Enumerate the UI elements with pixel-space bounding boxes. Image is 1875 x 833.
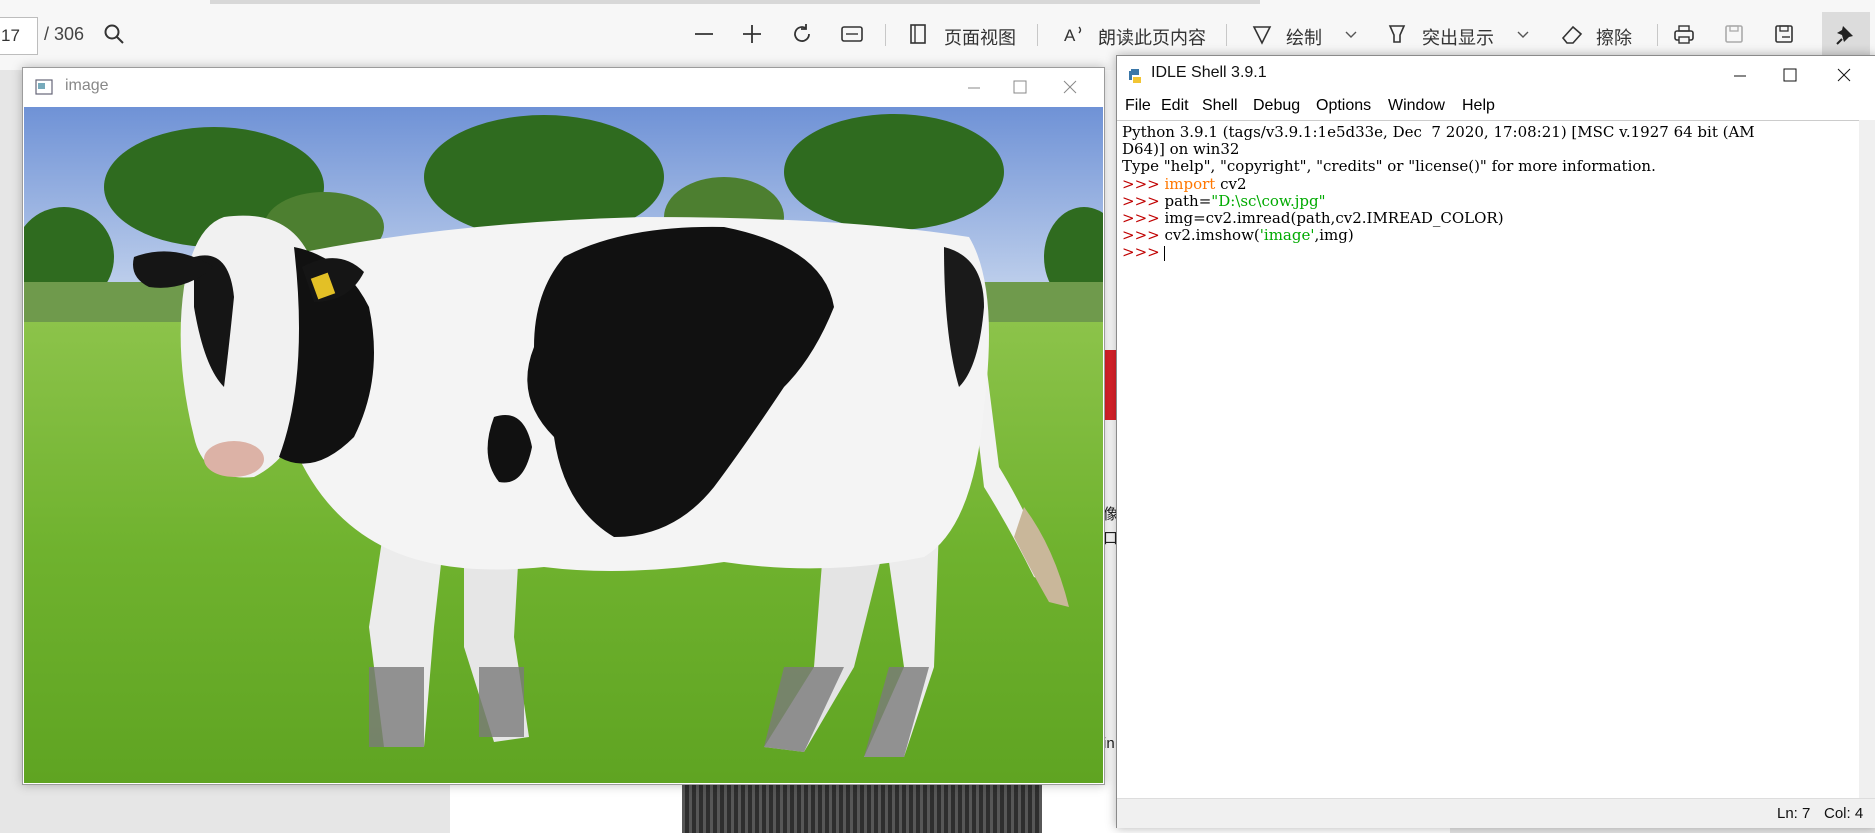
code-line: >>> img=cv2.imread(path,cv2.IMREAD_COLOR… — [1122, 209, 1859, 228]
code-token: cv2 — [1215, 174, 1247, 193]
read-aloud-button[interactable]: 朗读此页内容 — [1098, 24, 1206, 50]
text-cursor — [1164, 245, 1166, 261]
menu-options[interactable]: Options — [1316, 97, 1371, 115]
image-window[interactable]: image — [22, 67, 1105, 785]
read-aloud-icon[interactable]: A — [1060, 20, 1088, 48]
string-token: 'image' — [1259, 226, 1315, 245]
cow-photo — [24, 107, 1103, 783]
banner-line: Type "help", "copyright", "credits" or "… — [1122, 157, 1656, 176]
document-figure — [682, 784, 1042, 833]
code-line: >>> path="D:\sc\cow.jpg" — [1122, 191, 1859, 210]
status-line: Ln: 7 — [1777, 805, 1811, 822]
toolbar-separator — [885, 24, 886, 46]
code-token: path= — [1164, 191, 1212, 210]
menu-shell[interactable]: Shell — [1202, 97, 1238, 115]
menu-debug[interactable]: Debug — [1253, 97, 1300, 115]
menu-window[interactable]: Window — [1388, 97, 1445, 115]
app-icon — [35, 79, 53, 95]
zoom-in-icon[interactable] — [738, 20, 766, 48]
pin-toolbar-button[interactable] — [1822, 12, 1870, 58]
erase-button[interactable]: 擦除 — [1596, 24, 1632, 50]
rotate-icon[interactable] — [788, 20, 816, 48]
close-icon[interactable] — [1047, 72, 1093, 102]
shell-prompt: >>> — [1122, 226, 1165, 245]
menu-edit[interactable]: Edit — [1161, 97, 1189, 115]
minimize-icon[interactable] — [1717, 60, 1763, 90]
idle-menubar: File Edit Shell Debug Options Window Hel… — [1117, 94, 1875, 120]
print-icon[interactable] — [1670, 20, 1698, 48]
page-total: / 306 — [44, 24, 85, 44]
window-title: IDLE Shell 3.9.1 — [1151, 64, 1267, 81]
keyword-token: import — [1164, 174, 1216, 193]
draw-dropdown-chevron-icon[interactable] — [1340, 20, 1362, 48]
close-icon[interactable] — [1821, 60, 1867, 90]
code-line: >>> cv2.imshow('image',img) — [1122, 227, 1859, 244]
svg-text:A: A — [1064, 26, 1076, 45]
highlight-icon[interactable] — [1383, 20, 1411, 48]
code-token: cv2.imshow( — [1164, 226, 1260, 245]
menu-file[interactable]: File — [1125, 97, 1151, 115]
toolbar-separator — [1037, 24, 1038, 46]
save-as-icon[interactable] — [1770, 20, 1798, 48]
vertical-scrollbar[interactable] — [1859, 120, 1875, 824]
draw-button[interactable]: 绘制 — [1286, 24, 1322, 50]
status-column: Col: 4 — [1824, 805, 1864, 822]
image-canvas — [24, 107, 1103, 783]
shell-prompt: >>> — [1122, 209, 1165, 228]
code-token: img=cv2.imread(path,cv2.IMREAD_COLOR) — [1164, 209, 1504, 228]
pin-icon — [1836, 26, 1853, 45]
banner-line: Python 3.9.1 (tags/v3.9.1:1e5d33e, Dec 7… — [1122, 123, 1755, 141]
toolbar-separator — [1226, 24, 1227, 46]
banner-line: D64)] on win32 — [1122, 140, 1240, 159]
maximize-icon[interactable] — [1767, 60, 1813, 90]
zoom-out-icon[interactable] — [690, 20, 718, 48]
code-token: ,img) — [1314, 226, 1354, 245]
shell-text-area[interactable]: Python 3.9.1 (tags/v3.9.1:1e5d33e, Dec 7… — [1117, 120, 1859, 798]
image-window-titlebar[interactable]: image — [23, 68, 1104, 106]
fit-width-icon[interactable] — [838, 20, 866, 48]
eraser-icon[interactable] — [1558, 20, 1586, 48]
code-line: >>> — [1122, 244, 1859, 261]
python-icon — [1129, 69, 1141, 83]
toolbar-top-edge — [210, 0, 1260, 4]
shell-prompt: >>> — [1122, 191, 1165, 210]
page-view-button[interactable]: 页面视图 — [944, 24, 1016, 50]
draw-icon[interactable] — [1248, 20, 1276, 48]
highlight-button[interactable]: 突出显示 — [1422, 24, 1494, 50]
code-line: >>> import cv2 — [1122, 174, 1859, 193]
highlight-dropdown-chevron-icon[interactable] — [1512, 20, 1534, 48]
shell-prompt: >>> — [1122, 243, 1165, 262]
window-title: image — [65, 77, 109, 94]
idle-shell-window[interactable]: IDLE Shell 3.9.1 File Edit Shell Debug O… — [1116, 55, 1875, 828]
save-icon[interactable] — [1720, 20, 1748, 48]
maximize-icon[interactable] — [997, 72, 1043, 102]
shell-prompt: >>> — [1122, 174, 1165, 193]
page-view-icon[interactable] — [904, 20, 932, 48]
search-icon[interactable] — [100, 20, 128, 48]
minimize-icon[interactable] — [951, 72, 997, 102]
toolbar-separator — [1657, 24, 1658, 46]
string-token: "D:\sc\cow.jpg" — [1211, 191, 1326, 210]
status-bar: Ln: 7 Col: 4 — [1117, 798, 1875, 828]
page-number-input[interactable]: 17 — [0, 17, 38, 55]
menu-help[interactable]: Help — [1462, 97, 1495, 115]
idle-titlebar[interactable]: IDLE Shell 3.9.1 — [1117, 56, 1875, 94]
